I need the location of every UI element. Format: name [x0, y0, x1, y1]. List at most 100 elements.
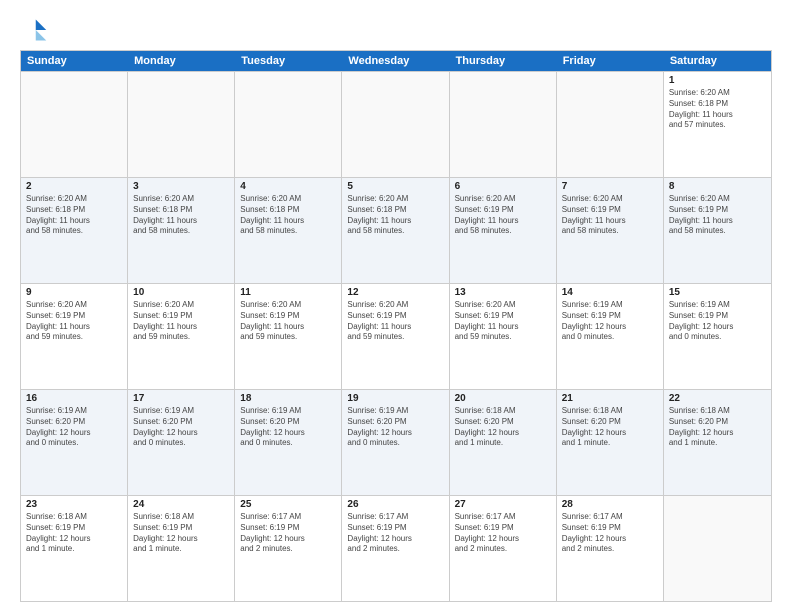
cell-info: Sunrise: 6:18 AM Sunset: 6:20 PM Dayligh…: [455, 406, 551, 449]
day-header: Wednesday: [342, 51, 449, 71]
calendar-cell: 18 Sunrise: 6:19 AM Sunset: 6:20 PM Dayli…: [235, 390, 342, 495]
calendar-cell: 9 Sunrise: 6:20 AM Sunset: 6:19 PM Daylig…: [21, 284, 128, 389]
cell-info: Sunrise: 6:17 AM Sunset: 6:19 PM Dayligh…: [347, 512, 443, 555]
calendar-cell: 25 Sunrise: 6:17 AM Sunset: 6:19 PM Dayli…: [235, 496, 342, 601]
cell-info: Sunrise: 6:19 AM Sunset: 6:20 PM Dayligh…: [133, 406, 229, 449]
cell-day-number: 6: [455, 181, 551, 192]
cell-info: Sunrise: 6:18 AM Sunset: 6:20 PM Dayligh…: [562, 406, 658, 449]
calendar-cell: 22 Sunrise: 6:18 AM Sunset: 6:20 PM Dayli…: [664, 390, 771, 495]
cell-day-number: 23: [26, 499, 122, 510]
calendar-cell: 14 Sunrise: 6:19 AM Sunset: 6:19 PM Dayli…: [557, 284, 664, 389]
calendar-cell: 12 Sunrise: 6:20 AM Sunset: 6:19 PM Dayli…: [342, 284, 449, 389]
calendar-cell: [664, 496, 771, 601]
cell-day-number: 10: [133, 287, 229, 298]
cell-info: Sunrise: 6:17 AM Sunset: 6:19 PM Dayligh…: [455, 512, 551, 555]
cell-day-number: 14: [562, 287, 658, 298]
cell-info: Sunrise: 6:19 AM Sunset: 6:20 PM Dayligh…: [347, 406, 443, 449]
day-headers: SundayMondayTuesdayWednesdayThursdayFrid…: [21, 51, 771, 71]
cell-day-number: 22: [669, 393, 766, 404]
calendar-cell: 3 Sunrise: 6:20 AM Sunset: 6:18 PM Daylig…: [128, 178, 235, 283]
cell-day-number: 20: [455, 393, 551, 404]
cell-day-number: 12: [347, 287, 443, 298]
cell-info: Sunrise: 6:19 AM Sunset: 6:19 PM Dayligh…: [562, 300, 658, 343]
day-header: Friday: [557, 51, 664, 71]
calendar-cell: 13Sunrise: 6:20 AM Sunset: 6:19 PM Dayli…: [450, 284, 557, 389]
cell-day-number: 13: [455, 287, 551, 298]
calendar-cell: [128, 72, 235, 177]
calendar: SundayMondayTuesdayWednesdayThursdayFrid…: [20, 50, 772, 602]
calendar-cell: 17 Sunrise: 6:19 AM Sunset: 6:20 PM Dayli…: [128, 390, 235, 495]
logo: [20, 16, 52, 44]
calendar-cell: 16 Sunrise: 6:19 AM Sunset: 6:20 PM Dayli…: [21, 390, 128, 495]
cell-info: Sunrise: 6:20 AM Sunset: 6:19 PM Dayligh…: [669, 194, 766, 237]
cell-info: Sunrise: 6:20 AM Sunset: 6:19 PM Dayligh…: [26, 300, 122, 343]
cell-info: Sunrise: 6:19 AM Sunset: 6:20 PM Dayligh…: [240, 406, 336, 449]
cell-info: Sunrise: 6:20 AM Sunset: 6:18 PM Dayligh…: [133, 194, 229, 237]
calendar-cell: 2 Sunrise: 6:20 AM Sunset: 6:18 PM Daylig…: [21, 178, 128, 283]
day-header: Tuesday: [235, 51, 342, 71]
day-header: Thursday: [450, 51, 557, 71]
cell-info: Sunrise: 6:20 AM Sunset: 6:19 PM Dayligh…: [562, 194, 658, 237]
day-header: Saturday: [664, 51, 771, 71]
cell-day-number: 1: [669, 75, 766, 86]
cell-info: Sunrise: 6:20 AM Sunset: 6:19 PM Dayligh…: [455, 194, 551, 237]
calendar-cell: 21 Sunrise: 6:18 AM Sunset: 6:20 PM Dayli…: [557, 390, 664, 495]
cell-day-number: 28: [562, 499, 658, 510]
calendar-cell: [342, 72, 449, 177]
week-row: 2 Sunrise: 6:20 AM Sunset: 6:18 PM Daylig…: [21, 177, 771, 283]
cell-info: Sunrise: 6:20 AM Sunset: 6:19 PM Dayligh…: [240, 300, 336, 343]
cell-day-number: 27: [455, 499, 551, 510]
calendar-cell: 27 Sunrise: 6:17 AM Sunset: 6:19 PM Dayli…: [450, 496, 557, 601]
calendar-cell: 15 Sunrise: 6:19 AM Sunset: 6:19 PM Dayli…: [664, 284, 771, 389]
calendar-cell: 20 Sunrise: 6:18 AM Sunset: 6:20 PM Dayli…: [450, 390, 557, 495]
calendar-cell: 11Sunrise: 6:20 AM Sunset: 6:19 PM Dayli…: [235, 284, 342, 389]
cell-info: Sunrise: 6:17 AM Sunset: 6:19 PM Dayligh…: [240, 512, 336, 555]
cell-info: Sunrise: 6:18 AM Sunset: 6:19 PM Dayligh…: [133, 512, 229, 555]
cell-day-number: 17: [133, 393, 229, 404]
week-row: 23 Sunrise: 6:18 AM Sunset: 6:19 PM Dayli…: [21, 495, 771, 601]
cell-info: Sunrise: 6:20 AM Sunset: 6:18 PM Dayligh…: [26, 194, 122, 237]
cell-info: Sunrise: 6:18 AM Sunset: 6:20 PM Dayligh…: [669, 406, 766, 449]
day-header: Monday: [128, 51, 235, 71]
cell-info: Sunrise: 6:20 AM Sunset: 6:19 PM Dayligh…: [347, 300, 443, 343]
cell-day-number: 7: [562, 181, 658, 192]
calendar-cell: [235, 72, 342, 177]
cell-info: Sunrise: 6:20 AM Sunset: 6:18 PM Dayligh…: [347, 194, 443, 237]
weeks: 1 Sunrise: 6:20 AM Sunset: 6:18 PM Daylig…: [21, 71, 771, 601]
calendar-cell: 10 Sunrise: 6:20 AM Sunset: 6:19 PM Dayli…: [128, 284, 235, 389]
header: [20, 16, 772, 44]
calendar-cell: [557, 72, 664, 177]
cell-day-number: 2: [26, 181, 122, 192]
cell-day-number: 25: [240, 499, 336, 510]
cell-day-number: 3: [133, 181, 229, 192]
cell-day-number: 18: [240, 393, 336, 404]
cell-day-number: 9: [26, 287, 122, 298]
cell-day-number: 4: [240, 181, 336, 192]
calendar-cell: 1 Sunrise: 6:20 AM Sunset: 6:18 PM Daylig…: [664, 72, 771, 177]
calendar-cell: [450, 72, 557, 177]
cell-day-number: 5: [347, 181, 443, 192]
cell-info: Sunrise: 6:19 AM Sunset: 6:19 PM Dayligh…: [669, 300, 766, 343]
calendar-cell: 28 Sunrise: 6:17 AM Sunset: 6:19 PM Dayli…: [557, 496, 664, 601]
cell-info: Sunrise: 6:17 AM Sunset: 6:19 PM Dayligh…: [562, 512, 658, 555]
cell-day-number: 16: [26, 393, 122, 404]
cell-day-number: 19: [347, 393, 443, 404]
calendar-cell: 5 Sunrise: 6:20 AM Sunset: 6:18 PM Daylig…: [342, 178, 449, 283]
calendar-cell: 6 Sunrise: 6:20 AM Sunset: 6:19 PM Daylig…: [450, 178, 557, 283]
calendar-cell: [21, 72, 128, 177]
cell-info: Sunrise: 6:20 AM Sunset: 6:19 PM Dayligh…: [133, 300, 229, 343]
calendar-cell: 7 Sunrise: 6:20 AM Sunset: 6:19 PM Daylig…: [557, 178, 664, 283]
cell-info: Sunrise: 6:19 AM Sunset: 6:20 PM Dayligh…: [26, 406, 122, 449]
calendar-cell: 23 Sunrise: 6:18 AM Sunset: 6:19 PM Dayli…: [21, 496, 128, 601]
calendar-cell: 4 Sunrise: 6:20 AM Sunset: 6:18 PM Daylig…: [235, 178, 342, 283]
cell-day-number: 21: [562, 393, 658, 404]
cell-day-number: 26: [347, 499, 443, 510]
cell-info: Sunrise: 6:18 AM Sunset: 6:19 PM Dayligh…: [26, 512, 122, 555]
cell-day-number: 24: [133, 499, 229, 510]
cell-info: Sunrise: 6:20 AM Sunset: 6:18 PM Dayligh…: [669, 88, 766, 131]
cell-info: Sunrise: 6:20 AM Sunset: 6:18 PM Dayligh…: [240, 194, 336, 237]
cell-day-number: 15: [669, 287, 766, 298]
calendar-cell: 19 Sunrise: 6:19 AM Sunset: 6:20 PM Dayli…: [342, 390, 449, 495]
week-row: 9 Sunrise: 6:20 AM Sunset: 6:19 PM Daylig…: [21, 283, 771, 389]
week-row: 1 Sunrise: 6:20 AM Sunset: 6:18 PM Daylig…: [21, 71, 771, 177]
